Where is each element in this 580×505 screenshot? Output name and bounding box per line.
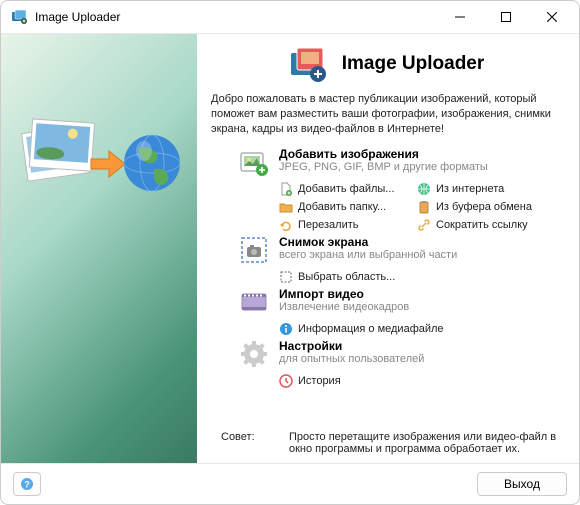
screenshot-icon [239, 235, 269, 265]
exit-button[interactable]: Выход [477, 472, 567, 496]
section-add-images: Добавить изображения JPEG, PNG, GIF, BMP… [211, 147, 561, 177]
add-images-subtitle: JPEG, PNG, GIF, BMP и другие форматы [279, 161, 488, 173]
globe-icon [417, 182, 431, 196]
reupload-item[interactable]: Перезалить [279, 217, 409, 233]
video-icon [239, 287, 269, 317]
add-folder-item[interactable]: Добавить папку... [279, 199, 409, 215]
body: Image Uploader Добро пожаловать в мастер… [1, 33, 579, 464]
tip-row: Совет: Просто перетащите изображения или… [211, 425, 561, 455]
app-icon [11, 9, 27, 25]
footer: ? Выход [1, 464, 579, 504]
history-icon [279, 374, 293, 388]
section-import-video: Импорт видео Извлечение видеокадров [211, 287, 561, 317]
info-icon [279, 322, 293, 336]
region-icon [279, 270, 293, 284]
help-button[interactable]: ? [13, 472, 41, 496]
page-title: Image Uploader [342, 53, 485, 75]
main-panel: Image Uploader Добро пожаловать в мастер… [197, 34, 579, 463]
shorten-link-item[interactable]: Сократить ссылку [417, 217, 547, 233]
add-images-title[interactable]: Добавить изображения [279, 147, 488, 161]
add-images-icon [239, 147, 269, 177]
titlebar: Image Uploader [1, 1, 579, 33]
media-info-item[interactable]: Информация о медиафайле [279, 321, 444, 337]
maximize-button[interactable] [483, 2, 529, 32]
sidebar-illustration [16, 99, 181, 229]
tip-text: Просто перетащите изображения или видео-… [289, 431, 561, 455]
from-internet-item[interactable]: Из интернета [417, 181, 547, 197]
close-button[interactable] [529, 2, 575, 32]
add-files-item[interactable]: Добавить файлы... [279, 181, 409, 197]
import-video-title[interactable]: Импорт видео [279, 287, 409, 301]
settings-items: История [211, 373, 561, 389]
minimize-button[interactable] [437, 2, 483, 32]
video-items: Информация о медиафайле [211, 321, 561, 337]
screenshot-title[interactable]: Снимок экрана [279, 235, 457, 249]
link-icon [417, 218, 431, 232]
settings-icon [239, 339, 269, 369]
settings-subtitle: для опытных пользователей [279, 353, 424, 365]
tip-label: Совет: [221, 431, 271, 455]
import-video-subtitle: Извлечение видеокадров [279, 301, 409, 313]
section-screenshot: Снимок экрана всего экрана или выбранной… [211, 235, 561, 265]
folder-icon [279, 200, 293, 214]
welcome-text: Добро пожаловать в мастер публикации изо… [211, 92, 561, 137]
from-clipboard-item[interactable]: Из буфера обмена [417, 199, 547, 215]
clipboard-icon [417, 200, 431, 214]
settings-title[interactable]: Настройки [279, 339, 424, 353]
logo-icon [288, 44, 328, 84]
reupload-icon [279, 218, 293, 232]
screenshot-subtitle: всего экрана или выбранной части [279, 249, 457, 261]
select-region-item[interactable]: Выбрать область... [279, 269, 409, 285]
history-item[interactable]: История [279, 373, 409, 389]
add-images-items: Добавить файлы... Из интернета Добавить … [211, 181, 561, 233]
svg-text:?: ? [24, 480, 30, 490]
file-icon [279, 182, 293, 196]
help-icon: ? [20, 477, 34, 491]
screenshot-items: Выбрать область... [211, 269, 561, 285]
sidebar [1, 34, 197, 463]
window-title: Image Uploader [35, 10, 437, 24]
header: Image Uploader [211, 44, 561, 84]
section-settings: Настройки для опытных пользователей [211, 339, 561, 369]
